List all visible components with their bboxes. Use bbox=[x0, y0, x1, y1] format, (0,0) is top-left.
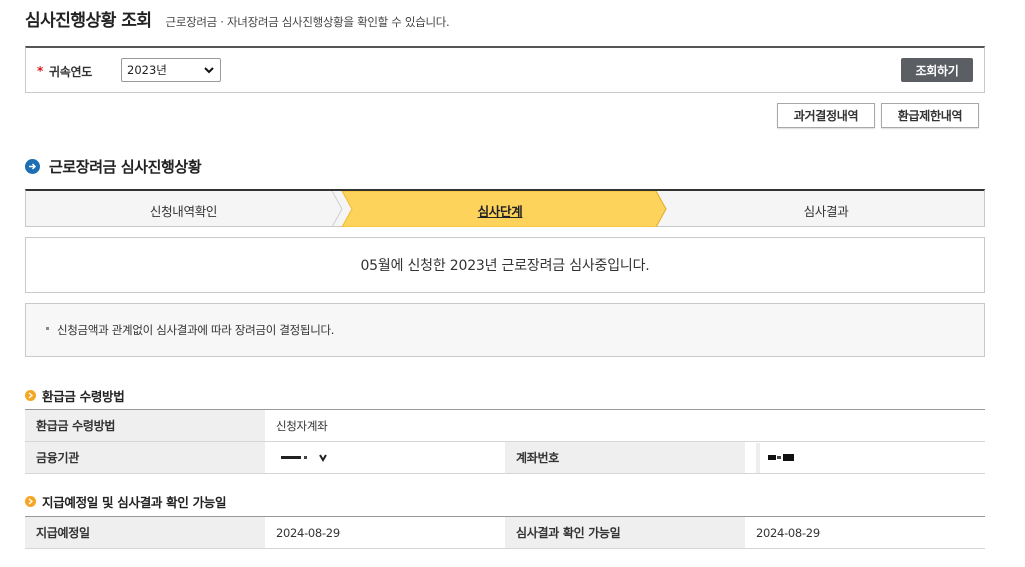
payment-date-label: 지급예정일 bbox=[25, 516, 265, 549]
result-date-label: 심사결과 확인 가능일 bbox=[505, 516, 745, 549]
refund-method-table: 환급금 수령방법 신청자계좌 금융기관 계좌번호 bbox=[25, 409, 985, 474]
bank-value bbox=[265, 441, 505, 474]
table-row: 금융기관 계좌번호 bbox=[25, 441, 985, 474]
account-value bbox=[745, 441, 985, 474]
refund-limits-button[interactable]: 환급제한내역 bbox=[881, 103, 979, 128]
status-message: 05월에 신청한 2023년 근로장려금 심사중입니다. bbox=[360, 258, 650, 274]
table-row: 지급예정일 2024-08-29 심사결과 확인 가능일 2024-08-29 bbox=[25, 516, 985, 549]
arrow-right-circle-icon bbox=[25, 159, 40, 174]
search-panel: * 귀속연도 2023년 조회하기 bbox=[25, 46, 985, 93]
progress-steps: 신청내역확인 심사단계 심사결과 bbox=[25, 189, 985, 227]
search-button[interactable]: 조회하기 bbox=[901, 58, 973, 82]
bank-label: 금융기관 bbox=[25, 441, 265, 474]
payment-schedule-title-text: 지급예정일 및 심사결과 확인 가능일 bbox=[42, 495, 227, 510]
section-title-text: 근로장려금 심사진행상황 bbox=[49, 158, 202, 176]
year-label: 귀속연도 bbox=[49, 65, 92, 79]
payment-date-value: 2024-08-29 bbox=[265, 516, 505, 549]
refund-method-title-text: 환급금 수령방법 bbox=[42, 389, 125, 404]
note-text: 신청금액과 관계없이 심사결과에 따라 장려금이 결정됩니다. bbox=[57, 323, 335, 337]
chevron-down-icon bbox=[203, 63, 215, 80]
method-label: 환급금 수령방법 bbox=[25, 409, 265, 442]
arrow-right-circle-icon bbox=[25, 390, 36, 401]
status-message-box: 05월에 신청한 2023년 근로장려금 심사중입니다. bbox=[25, 237, 985, 293]
method-value: 신청자계좌 bbox=[265, 409, 985, 442]
step-result: 심사결과 bbox=[803, 204, 849, 219]
section-title: 근로장려금 심사진행상황 bbox=[25, 156, 202, 177]
redacted-bank-image bbox=[276, 446, 406, 469]
page-title: 심사진행상황 조회 bbox=[25, 11, 152, 31]
note-box: 신청금액과 관계없이 심사결과에 따라 장려금이 결정됩니다. bbox=[25, 303, 985, 357]
year-select[interactable]: 2023년 bbox=[121, 58, 221, 82]
page-description: 근로장려금 · 자녀장려금 심사진행상황을 확인할 수 있습니다. bbox=[165, 15, 450, 29]
page-header: 심사진행상황 조회 근로장려금 · 자녀장려금 심사진행상황을 확인할 수 있습… bbox=[25, 6, 450, 31]
redacted-account-image bbox=[756, 442, 906, 473]
year-select-value: 2023년 bbox=[127, 63, 167, 77]
step-screening: 심사단계 bbox=[477, 204, 523, 219]
account-label: 계좌번호 bbox=[505, 441, 745, 474]
payment-schedule-table: 지급예정일 2024-08-29 심사결과 확인 가능일 2024-08-29 bbox=[25, 516, 985, 549]
table-row: 환급금 수령방법 신청자계좌 bbox=[25, 409, 985, 442]
past-decisions-button[interactable]: 과거결정내역 bbox=[777, 103, 875, 128]
arrow-right-circle-icon bbox=[25, 496, 36, 507]
refund-method-title: 환급금 수령방법 bbox=[25, 386, 125, 405]
step-application-review: 신청내역확인 bbox=[149, 204, 218, 219]
payment-schedule-title: 지급예정일 및 심사결과 확인 가능일 bbox=[25, 492, 227, 511]
bullet-icon bbox=[46, 327, 49, 330]
required-mark: * bbox=[37, 64, 44, 78]
result-date-value: 2024-08-29 bbox=[745, 516, 985, 549]
